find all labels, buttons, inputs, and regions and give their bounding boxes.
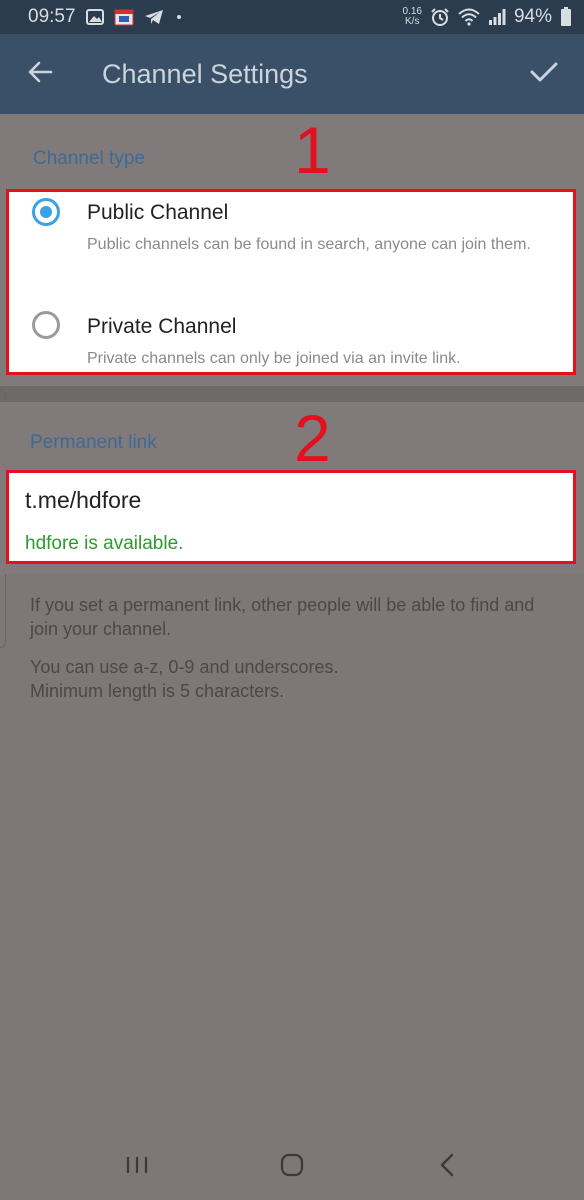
section-divider: [0, 386, 584, 402]
alarm-icon: [430, 7, 450, 27]
info-paragraph-2-line-1: You can use a-z, 0-9 and underscores.: [30, 657, 339, 677]
annotation-number-2: 2: [294, 401, 331, 475]
net-speed-unit: K/s: [405, 16, 420, 27]
option-private-channel[interactable]: Private Channel Private channels can onl…: [9, 297, 573, 375]
recents-icon: [125, 1155, 149, 1180]
battery-percent: 94%: [513, 6, 552, 27]
public-channel-description: Public channels can be found in search, …: [87, 236, 531, 253]
chevron-left-icon: [439, 1153, 455, 1182]
wifi-icon: [458, 8, 480, 26]
check-icon: [530, 61, 558, 88]
calendar-icon: [114, 8, 134, 26]
info-paragraph-2-line-2: Minimum length is 5 characters.: [30, 681, 285, 701]
telegram-icon: [144, 9, 164, 25]
home-button[interactable]: [262, 1142, 322, 1192]
back-button[interactable]: [0, 34, 80, 114]
annotation-number-1: 1: [294, 113, 331, 187]
permanent-link-field[interactable]: t.me/hdfore hdfore is available.: [6, 470, 576, 564]
dot-icon: [174, 12, 184, 22]
status-bar: 09:57 0.16 K/s 94%: [0, 0, 584, 34]
page-title: Channel Settings: [102, 58, 308, 89]
toolbar: Channel Settings: [0, 34, 584, 114]
net-speed: 0.16 K/s: [403, 7, 422, 27]
permanent-link-header: Permanent link: [30, 432, 157, 453]
private-channel-description: Private channels can only be joined via …: [87, 350, 461, 367]
status-time: 09:57: [28, 6, 76, 27]
link-availability-status: hdfore is available.: [25, 533, 184, 554]
private-channel-title: Private Channel: [87, 315, 237, 338]
signal-icon: [488, 8, 506, 26]
recents-button[interactable]: [107, 1142, 167, 1192]
permanent-link-input[interactable]: t.me/hdfore: [25, 487, 141, 514]
option-public-channel[interactable]: Public Channel Public channels can be fo…: [9, 192, 573, 292]
channel-type-options: Public Channel Public channels can be fo…: [6, 189, 576, 375]
private-radio-button[interactable]: [32, 311, 60, 339]
battery-icon: [560, 7, 572, 27]
back-nav-button[interactable]: [417, 1142, 477, 1192]
home-icon: [279, 1153, 305, 1182]
public-radio-button[interactable]: [32, 198, 60, 226]
image-icon: [85, 9, 104, 25]
system-nav-bar: [0, 1134, 584, 1200]
channel-type-header: Channel type: [33, 148, 145, 169]
public-channel-title: Public Channel: [87, 201, 229, 224]
info-paragraph-1: If you set a permanent link, other peopl…: [30, 595, 535, 639]
arrow-back-icon: [27, 60, 53, 89]
done-button[interactable]: [504, 34, 584, 114]
